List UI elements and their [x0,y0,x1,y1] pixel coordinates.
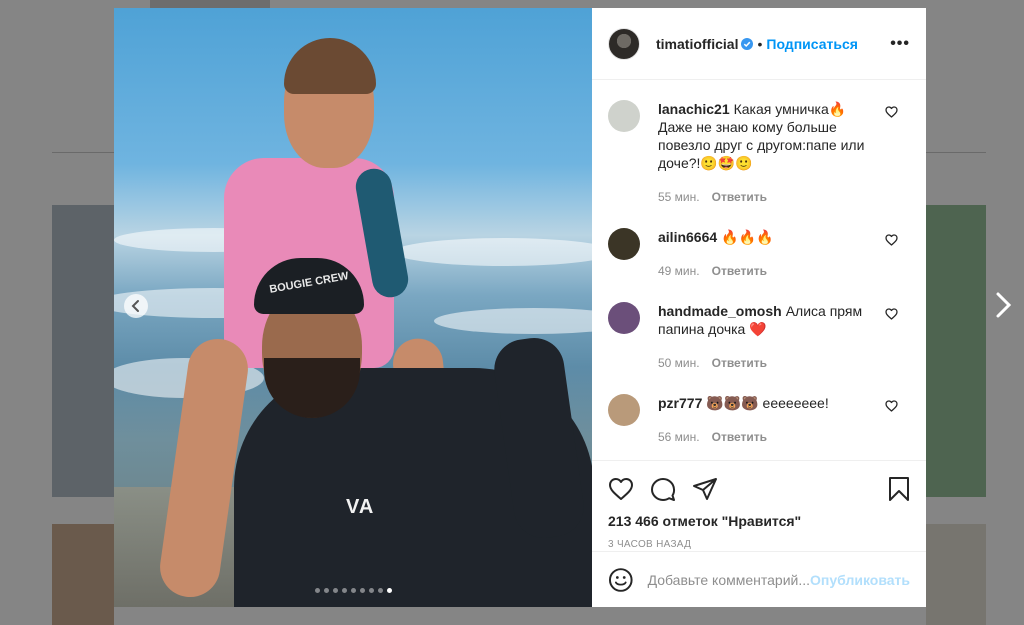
comment-body: ailin6664 🔥🔥🔥 49 мин. Ответить [658,228,878,280]
like-button[interactable] [608,477,634,501]
comment-username[interactable]: lanachic21 [658,101,730,117]
comment-username[interactable]: pzr777 [658,395,702,411]
follow-button[interactable]: Подписаться [766,36,858,52]
likes-count[interactable]: 213 466 отметок "Нравится" [592,513,926,529]
save-button[interactable] [888,476,910,502]
carousel-dot [350,588,356,593]
comment-body: lanachic21 Какая умничка🔥 Даже не знаю ко… [658,100,878,206]
grid-tile-right[interactable] [926,205,986,497]
comment-item: ailin6664 🔥🔥🔥 49 мин. Ответить [608,228,910,280]
emoji-icon[interactable] [608,567,634,593]
comment-avatar[interactable] [608,228,640,260]
comment-time: 50 мин. [658,356,700,370]
comment-meta: 49 мин. Ответить [658,262,878,280]
reply-button[interactable]: Ответить [712,190,767,204]
comment-text: 🐻🐻🐻 eeeeeeee! [706,395,829,411]
comment-button[interactable] [650,476,676,502]
comment-time: 55 мин. [658,190,700,204]
comment-item: handmade_omosh Алиса прям папина дочка ❤️… [608,302,910,372]
chevron-left-icon [131,300,139,312]
publish-button[interactable]: Опубликовать [810,572,910,588]
carousel-dot [359,588,365,593]
share-button[interactable] [692,477,718,501]
comment-meta: 50 мин. Ответить [658,354,878,372]
post-timestamp: 3 ЧАСОВ НАЗАД [608,539,692,550]
grid-tile-bottom-right[interactable] [926,524,986,625]
action-bar [592,461,926,509]
comment-time: 56 мин. [658,430,700,444]
header-separator: • [757,35,763,52]
heart-icon[interactable] [885,106,898,118]
add-comment-bar: Добавьте комментарий... Опубликовать [592,551,926,607]
author-avatar[interactable] [608,27,640,60]
next-post-arrow[interactable] [994,290,1014,320]
carousel-dot [332,588,338,593]
comment-avatar[interactable] [608,302,640,334]
reply-button[interactable]: Ответить [712,430,767,444]
comment-item: pzr777 🐻🐻🐻 eeeeeeee! 56 мин. Ответить [608,394,910,446]
comment-icon [651,478,676,501]
post-actions-section: 213 466 отметок "Нравится" 3 ЧАСОВ НАЗАД [592,460,926,550]
comment-username[interactable]: handmade_omosh [658,303,782,319]
carousel-dot [377,588,383,593]
author-username[interactable]: timatiofficial [656,36,738,52]
comment-username[interactable]: ailin6664 [658,229,717,245]
carousel-dot [368,588,374,593]
comment-avatar[interactable] [608,100,640,132]
comment-avatar[interactable] [608,394,640,426]
carousel-dot [314,588,320,593]
reply-button[interactable]: Ответить [712,356,767,370]
grid-tile-left[interactable] [52,205,114,497]
reply-button[interactable]: Ответить [712,264,767,278]
comment-input[interactable]: Добавьте комментарий... [648,572,810,588]
comment-time: 49 мин. [658,264,700,278]
carousel-dot [323,588,329,593]
heart-icon [609,478,633,500]
more-options-icon[interactable]: ••• [890,35,910,53]
comments-list: lanachic21 Какая умничка🔥 Даже не знаю ко… [592,80,926,460]
post-photo[interactable]: BOUGIE CREW VA [114,8,592,607]
comment-body: handmade_omosh Алиса прям папина дочка ❤️… [658,302,878,372]
carousel-dot [386,588,392,593]
carousel-indicator [114,588,592,593]
comment-text: 🔥🔥🔥 [721,229,774,245]
post-detail-panel: timatiofficial • Подписаться ••• lanachi… [592,8,926,607]
post-header: timatiofficial • Подписаться ••• [592,8,926,80]
comment-item: lanachic21 Какая умничка🔥 Даже не знаю ко… [608,100,910,206]
grid-tile-top[interactable] [150,0,270,8]
carousel-dot [341,588,347,593]
carousel-prev-button[interactable] [124,294,148,318]
comment-body: pzr777 🐻🐻🐻 eeeeeeee! 56 мин. Ответить [658,394,878,446]
heart-icon[interactable] [885,234,898,246]
heart-icon[interactable] [885,308,898,320]
shirt-logo: VA [346,496,375,518]
comment-meta: 55 мин. Ответить [658,188,878,206]
verified-badge-icon [741,37,754,50]
comment-meta: 56 мин. Ответить [658,428,878,446]
bookmark-icon [889,477,909,501]
share-icon [693,478,717,500]
grid-tile-bottom-left[interactable] [52,524,114,625]
heart-icon[interactable] [885,400,898,412]
chevron-right-icon [996,292,1012,318]
